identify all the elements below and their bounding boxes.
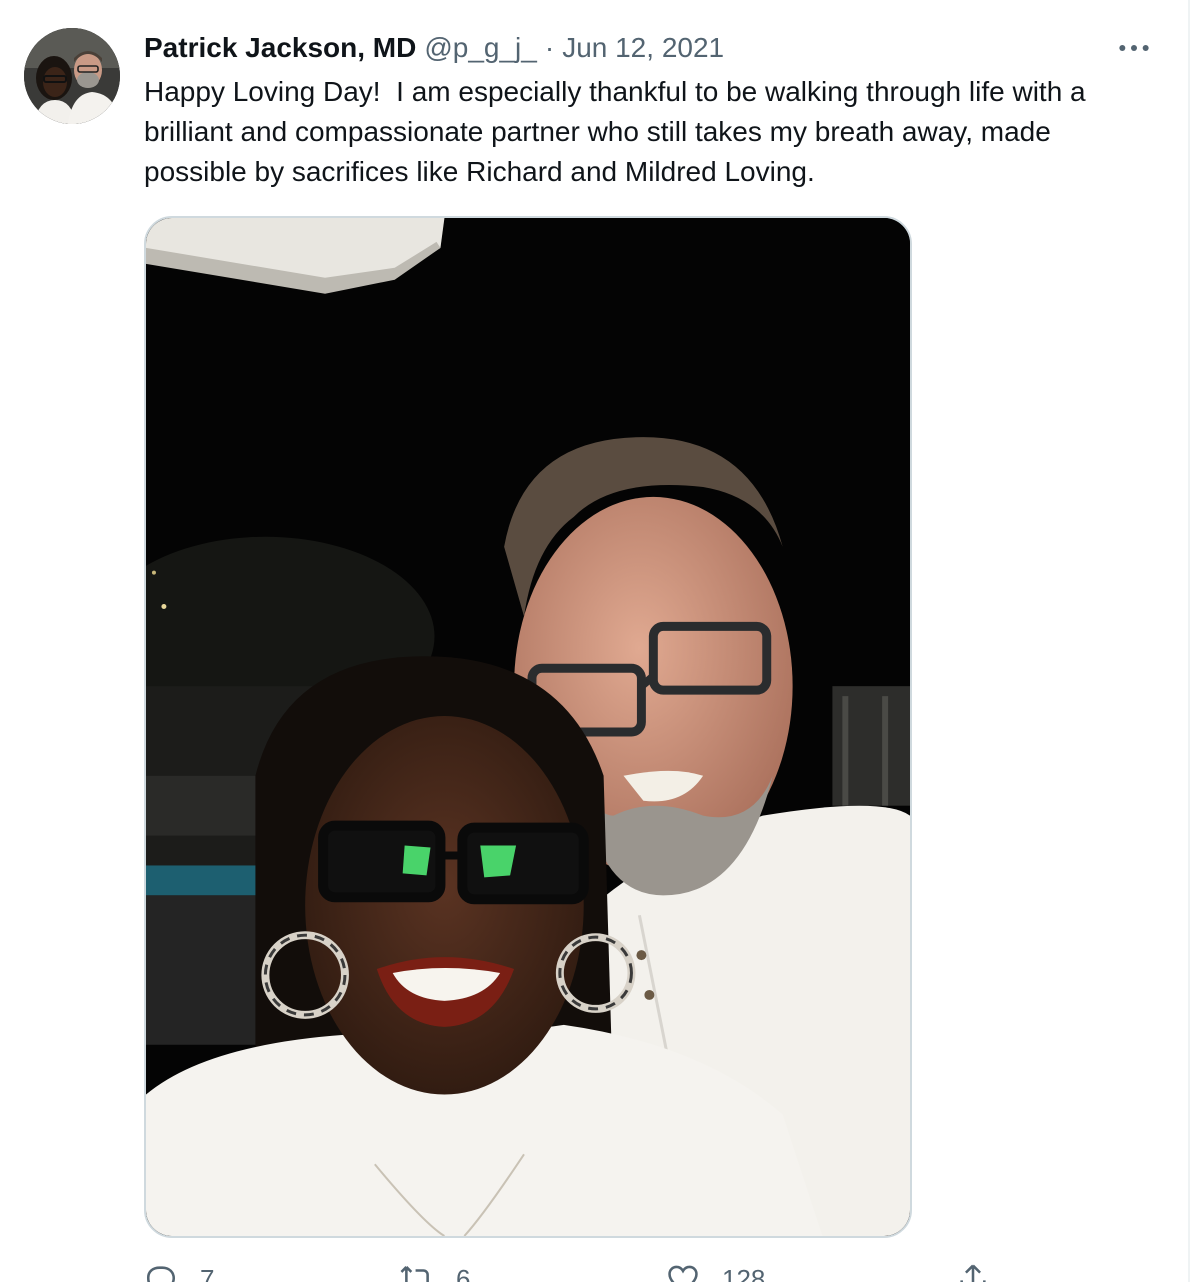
- like-button[interactable]: 128: [666, 1262, 765, 1282]
- avatar[interactable]: [24, 28, 120, 124]
- tweet-text: Happy Loving Day! I am especially thankf…: [144, 76, 1086, 187]
- display-name[interactable]: Patrick Jackson, MD: [144, 32, 416, 64]
- retweet-button[interactable]: 6: [400, 1262, 470, 1282]
- tweet[interactable]: Patrick Jackson, MD @p_g_j_ · Jun 12, 20…: [0, 0, 1190, 1282]
- like-count: 128: [722, 1263, 766, 1282]
- separator-dot: ·: [544, 32, 555, 63]
- retweet-icon: [400, 1266, 429, 1282]
- share-icon: [960, 1264, 986, 1282]
- avatar-photo: [24, 28, 120, 124]
- photo-couple-selfie: [146, 218, 910, 1236]
- reply-button[interactable]: 7: [144, 1262, 214, 1282]
- tweet-date[interactable]: Jun 12, 2021: [562, 32, 724, 64]
- share-button[interactable]: [956, 1262, 990, 1282]
- retweet-count: 6: [456, 1263, 471, 1282]
- tweet-header: Patrick Jackson, MD @p_g_j_ · Jun 12, 20…: [144, 30, 724, 66]
- tweet-photo[interactable]: [144, 216, 912, 1238]
- more-options-button[interactable]: [1112, 30, 1156, 66]
- more-options-icon: [1119, 45, 1149, 51]
- heart-icon: [668, 1265, 698, 1282]
- user-handle[interactable]: @p_g_j_: [424, 32, 537, 64]
- reply-count: 7: [200, 1263, 215, 1282]
- tweet-actions: 7 6 128: [144, 1262, 1144, 1282]
- reply-icon: [146, 1266, 176, 1282]
